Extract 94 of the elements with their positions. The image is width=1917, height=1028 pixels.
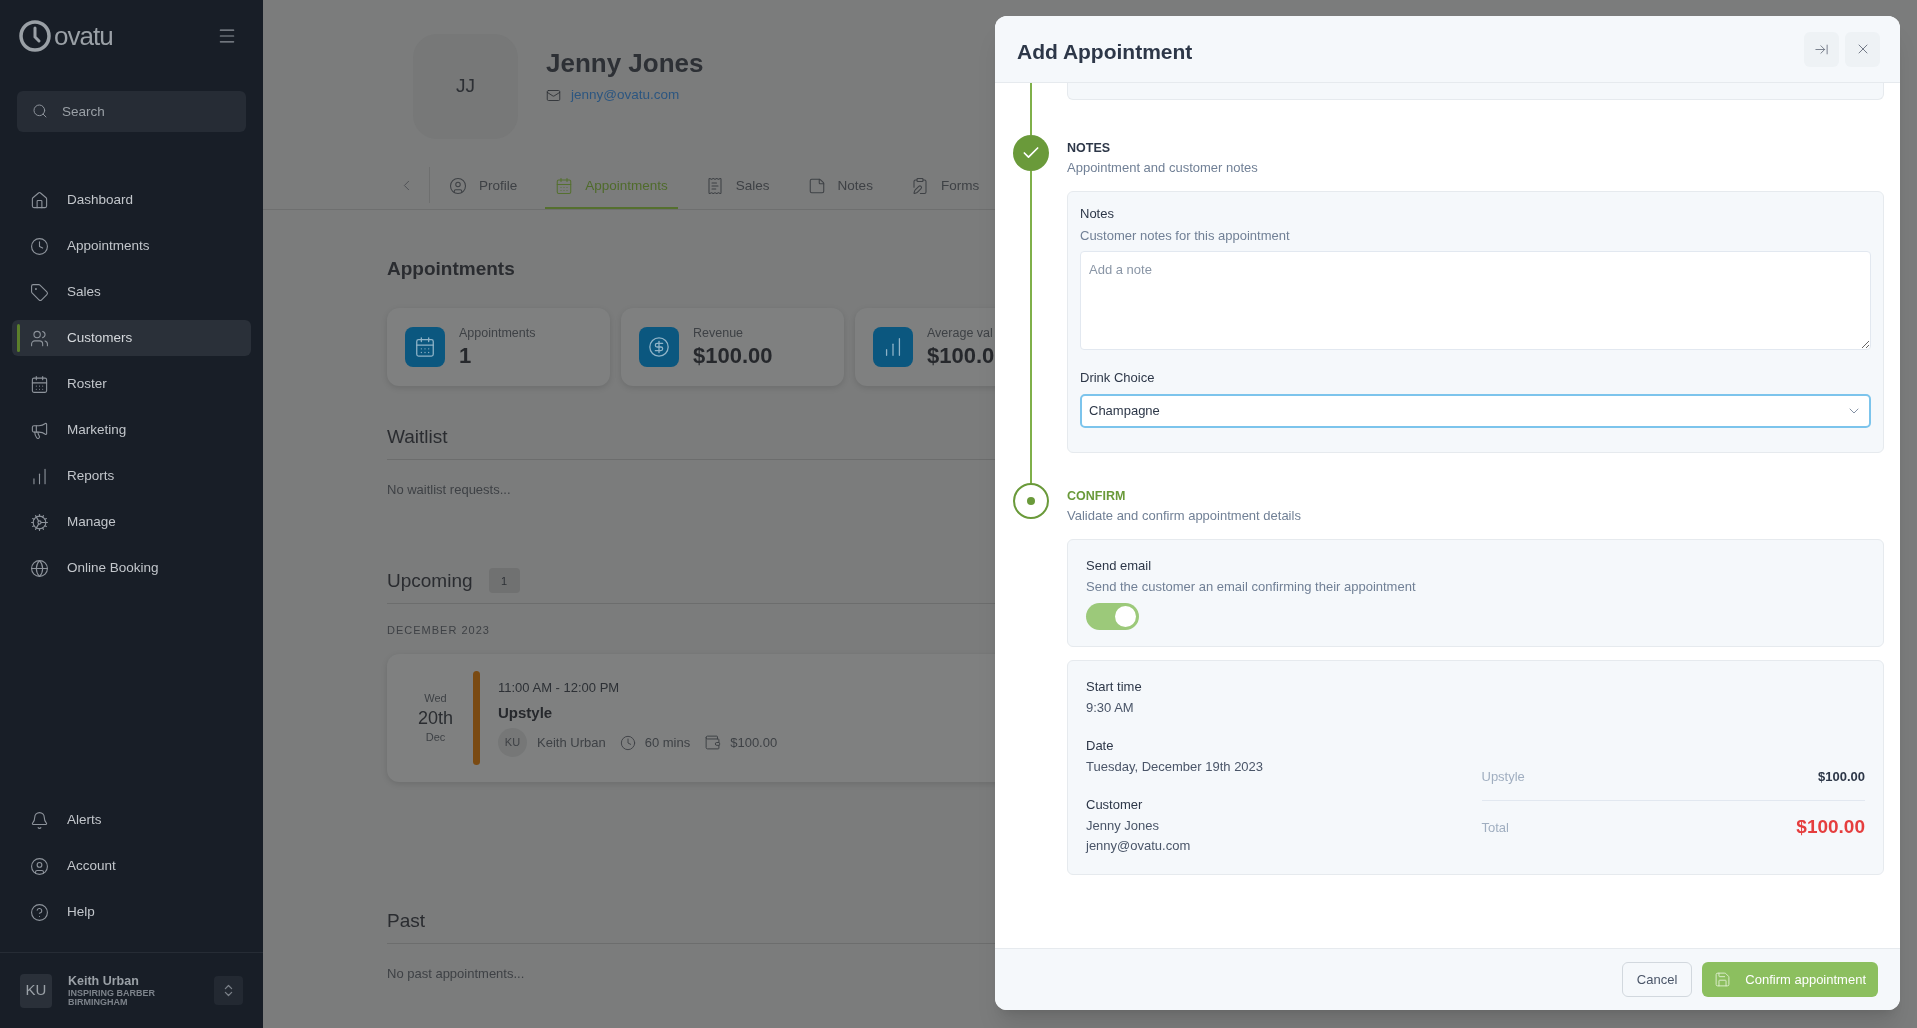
day: 20th	[417, 706, 453, 729]
field-description: Customer notes for this appointment	[1080, 226, 1291, 245]
megaphone-icon	[30, 420, 49, 440]
customer-avatar: JJ	[413, 34, 518, 139]
stat-value: 1	[459, 342, 473, 369]
chart-icon	[30, 466, 49, 486]
search-icon	[32, 103, 48, 119]
nav-item[interactable]: Manage	[12, 504, 251, 540]
send-email-toggle[interactable]	[1086, 603, 1139, 630]
total-amount: $100.00	[1796, 815, 1865, 839]
staff-name: Keith Urban	[537, 733, 606, 752]
globe-icon	[30, 558, 49, 578]
note-icon	[807, 177, 826, 195]
nav-item[interactable]: Sales	[12, 274, 251, 310]
summary-label: Customer	[1086, 796, 1144, 814]
total-label: Total	[1481, 818, 1509, 837]
dialog-title: Add Appointment	[1017, 39, 1193, 66]
nav-item[interactable]: Roster	[12, 366, 251, 402]
nav-item[interactable]: Online Booking	[12, 550, 251, 586]
empty-message: No past appointments...	[387, 965, 526, 983]
cancel-button[interactable]: Cancel	[1621, 962, 1693, 997]
clipboard-icon	[910, 177, 929, 195]
logo-text: ovatu	[54, 23, 113, 49]
line-item-price: $100.00	[1818, 767, 1865, 786]
step-subtitle: Appointment and customer notes	[1067, 158, 1259, 177]
account-switcher-button[interactable]	[214, 976, 243, 1005]
calendar-icon	[30, 374, 49, 394]
customer-name: Jenny Jones	[546, 47, 704, 79]
business-name: INSPIRING BARBER BIRMINGHAM	[68, 989, 156, 1007]
help-icon	[30, 902, 49, 922]
summary-label: Date	[1086, 737, 1115, 755]
stat-label: Appointments	[459, 325, 536, 343]
person-icon	[449, 177, 467, 195]
dollar-icon	[648, 335, 670, 358]
receipt-icon	[705, 177, 724, 195]
section-title: Upcoming	[387, 568, 473, 593]
stat-value: $100.0	[927, 342, 995, 369]
stat-label: Revenue	[693, 325, 745, 343]
clock-icon	[30, 236, 49, 256]
section-title: Past	[387, 908, 426, 933]
nav-item[interactable]: Customers	[12, 320, 251, 356]
summary-label: Start time	[1086, 678, 1143, 696]
field-description: Send the customer an email confirming their appointment	[1086, 577, 1417, 596]
dock-button[interactable]	[1804, 31, 1839, 67]
user-name: Keith Urban	[68, 974, 140, 989]
step-subtitle: Validate and confirm appointment details	[1067, 506, 1302, 525]
summary-value: Jenny Jones	[1086, 816, 1160, 835]
line-item-name: Upstyle	[1481, 767, 1525, 786]
field-label: Send email	[1086, 557, 1153, 575]
bell-icon	[30, 810, 49, 830]
clock-icon	[619, 734, 636, 751]
search-field[interactable]: Search	[17, 91, 246, 132]
home-icon	[30, 190, 49, 210]
field-label: Notes	[1080, 205, 1115, 224]
gear-icon	[30, 512, 49, 532]
summary-value: jenny@ovatu.com	[1086, 837, 1192, 855]
mail-icon	[546, 87, 561, 103]
tag-icon	[30, 282, 49, 302]
logo-icon	[18, 19, 52, 53]
summary-value: 9:30 AM	[1086, 698, 1135, 717]
calendar-icon	[414, 335, 436, 358]
section-title: Waitlist	[387, 424, 448, 449]
step-title: NOTES	[1067, 140, 1112, 157]
step-title: CONFIRM	[1067, 487, 1127, 505]
nav-item[interactable]: Appointments	[12, 228, 251, 264]
user-avatar: KU	[20, 973, 52, 1008]
month: Dec	[425, 729, 446, 745]
field-label: Drink Choice	[1080, 369, 1156, 388]
section-title: Appointments	[387, 257, 516, 281]
empty-message: No waitlist requests...	[387, 481, 512, 499]
people-icon	[30, 328, 49, 348]
stat-value: $100.00	[693, 342, 773, 369]
count-badge: 1	[488, 568, 520, 594]
appointment-time: 11:00 AM - 12:00 PM	[498, 679, 621, 697]
weekday: Wed	[424, 691, 447, 706]
stat-label: Average val	[927, 325, 994, 343]
drink-select[interactable]: Champagne	[1080, 393, 1871, 428]
close-button[interactable]	[1845, 31, 1880, 67]
nav-item[interactable]: Dashboard	[12, 182, 251, 218]
nav-item[interactable]: Alerts	[12, 802, 251, 838]
notes-field[interactable]: Add a note	[1080, 251, 1871, 351]
nav-item[interactable]: Account	[12, 848, 251, 884]
calendar-icon	[555, 177, 574, 195]
summary-value: Tuesday, December 19th 2023	[1086, 757, 1265, 776]
nav-item[interactable]: Help	[12, 894, 251, 930]
nav-item[interactable]: Marketing	[12, 412, 251, 448]
duration: 60 mins	[644, 733, 691, 752]
month-heading: DECEMBER 2023	[387, 623, 491, 638]
wallet-icon	[704, 734, 722, 751]
person-icon	[30, 856, 49, 876]
price: $100.00	[730, 733, 778, 752]
save-icon	[1714, 971, 1732, 988]
service-name: Upstyle	[498, 702, 554, 723]
nav-item[interactable]: Reports	[12, 458, 251, 494]
